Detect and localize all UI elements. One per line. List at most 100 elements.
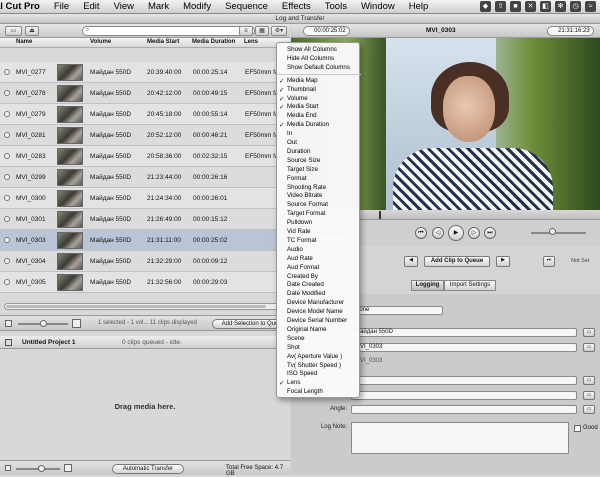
menu-item[interactable]: Date Modified: [287, 290, 325, 297]
slider-knob[interactable]: [38, 465, 45, 472]
log-note-field[interactable]: [351, 422, 569, 454]
add-clip-to-queue-button[interactable]: Add Clip to Queue: [424, 256, 490, 267]
menu-item[interactable]: Show All Columns: [287, 46, 337, 53]
menu-window[interactable]: Window: [354, 1, 402, 12]
good-checkbox[interactable]: [574, 425, 581, 432]
menu-item[interactable]: Format: [287, 175, 307, 182]
menu-item[interactable]: ISO Speed: [287, 370, 317, 377]
menu-item[interactable]: Source Format: [287, 201, 328, 208]
gear-icon[interactable]: ✻: [555, 1, 566, 12]
name-field[interactable]: MVI_0303: [351, 343, 577, 352]
column-media-duration[interactable]: Media Duration: [192, 39, 235, 45]
menu-item[interactable]: Focal Length: [287, 388, 323, 395]
menu-item[interactable]: Device Model Name: [287, 308, 343, 315]
menu-item[interactable]: Created By: [287, 273, 318, 280]
menu-item[interactable]: Duration: [287, 148, 310, 155]
grid-view-icon[interactable]: ▦: [255, 26, 269, 36]
search-input[interactable]: ⌕: [82, 26, 255, 36]
step-forward-icon[interactable]: ▷: [468, 227, 480, 239]
menu-item[interactable]: Out: [287, 139, 297, 146]
menu-item[interactable]: Original Name: [287, 326, 327, 333]
menu-item[interactable]: Media End: [287, 112, 317, 119]
column-media-start[interactable]: Media Start: [147, 39, 179, 45]
tray-icon[interactable]: ◧: [540, 1, 551, 12]
jog-slider[interactable]: [531, 232, 586, 234]
menu-item[interactable]: Media Duration: [287, 121, 329, 128]
horizontal-scrollbar[interactable]: [4, 303, 286, 310]
column-volume[interactable]: Volume: [90, 39, 111, 45]
list-view-icon[interactable]: ≡: [239, 26, 253, 36]
menu-item[interactable]: Media Map: [287, 77, 318, 84]
table-row[interactable]: MVI_0299 Майдан 550D 21:23:44:00 00:00:26:1…: [0, 167, 290, 188]
angle-slate-icon[interactable]: ▭: [583, 405, 595, 414]
tab-import-settings[interactable]: Import Settings: [444, 280, 496, 291]
reel-field[interactable]: Майдан 550D: [351, 328, 577, 337]
tray-icon[interactable]: ■: [510, 1, 521, 12]
clip-thumbnail[interactable]: [57, 253, 83, 270]
menu-item[interactable]: Volume: [287, 95, 308, 102]
reel-slate-icon[interactable]: ▭: [583, 328, 595, 337]
slider-knob[interactable]: [40, 320, 47, 327]
next-clip-icon[interactable]: ⏭: [484, 227, 496, 239]
step-back-icon[interactable]: ◁: [432, 227, 444, 239]
menu-view[interactable]: View: [107, 1, 141, 12]
menu-item[interactable]: TC Format: [287, 237, 317, 244]
clip-thumbnail[interactable]: [57, 211, 83, 228]
table-row[interactable]: MVI_0300 Майдан 550D 21:24:34:00 00:00:26:0…: [0, 188, 290, 209]
upload-icon[interactable]: ⇧: [495, 1, 506, 12]
jog-knob[interactable]: [549, 228, 556, 235]
wifi-icon[interactable]: ≈: [585, 1, 596, 12]
tray-icon[interactable]: ◆: [480, 1, 491, 12]
tab-logging[interactable]: Logging: [411, 280, 444, 291]
menu-mark[interactable]: Mark: [141, 1, 176, 12]
play-icon[interactable]: ▶: [448, 225, 464, 241]
clip-thumbnail[interactable]: [57, 169, 83, 186]
column-lens[interactable]: Lens: [244, 39, 258, 45]
clip-thumbnail[interactable]: [57, 190, 83, 207]
project-name[interactable]: Untitled Project 1: [22, 339, 75, 346]
timecode-current[interactable]: 21:31:16:23: [547, 26, 594, 36]
menu-item[interactable]: Device Manufacturer: [287, 299, 344, 306]
menu-item[interactable]: Show Default Columns: [287, 64, 350, 71]
menu-item[interactable]: Source Size: [287, 157, 320, 164]
menu-item[interactable]: Pulldown: [287, 219, 312, 226]
column-name[interactable]: Name: [16, 39, 32, 45]
menu-item[interactable]: Scene: [287, 335, 305, 342]
table-row[interactable]: MVI_0301 Майдан 550D 21:26:49:00 00:00:15:1…: [0, 209, 290, 230]
menu-item[interactable]: Tv( Shutter Speed ): [287, 362, 341, 369]
clip-thumbnail[interactable]: [57, 64, 83, 81]
menu-item[interactable]: Target Size: [287, 166, 318, 173]
menu-item[interactable]: Media Start: [287, 103, 319, 110]
playhead[interactable]: [379, 211, 381, 219]
menu-item[interactable]: Lens: [287, 379, 300, 386]
menu-file[interactable]: File: [47, 1, 76, 12]
go-to-out-icon[interactable]: ⏭: [543, 256, 555, 267]
clip-thumbnail[interactable]: [57, 85, 83, 102]
scene-slate-icon[interactable]: ▭: [583, 391, 595, 400]
clip-thumbnail[interactable]: [57, 148, 83, 165]
table-row[interactable]: MVI_0303 Майдан 550D 21:31:11:00 00:00:25:0…: [0, 230, 290, 251]
menu-item[interactable]: In: [287, 130, 292, 137]
close-box-icon[interactable]: ✕: [525, 1, 536, 12]
menu-item[interactable]: Video Bitrate: [287, 192, 322, 199]
menu-item[interactable]: Aud Format: [287, 264, 319, 271]
mark-in-icon[interactable]: ◀: [404, 256, 418, 267]
clip-thumbnail[interactable]: [57, 127, 83, 144]
description-field[interactable]: [351, 376, 577, 385]
table-row[interactable]: MVI_0278 Майдан 550D 20:42:12:00 00:00:49:1…: [0, 83, 290, 104]
clip-thumbnail[interactable]: [57, 274, 83, 291]
gear-icon[interactable]: ⚙▾: [271, 26, 287, 36]
menu-item[interactable]: Audio: [287, 246, 303, 253]
table-row[interactable]: MVI_0281 Майдан 550D 20:52:12:00 00:00:46:2…: [0, 125, 290, 146]
table-row[interactable]: MVI_0305 Майдан 550D 21:32:56:00 00:00:29:0…: [0, 272, 290, 293]
menu-effects[interactable]: Effects: [275, 1, 318, 12]
automatic-transfer-button[interactable]: Automatic Transfer: [112, 464, 184, 474]
folder-icon[interactable]: ▭: [5, 26, 22, 36]
timemachine-icon[interactable]: ◷: [570, 1, 581, 12]
angle-field[interactable]: [351, 405, 577, 414]
menu-tools[interactable]: Tools: [318, 1, 354, 12]
menu-item[interactable]: Hide All Columns: [287, 55, 334, 62]
menu-item[interactable]: Thumbnail: [287, 86, 316, 93]
description-slate-icon[interactable]: ▭: [583, 376, 595, 385]
clip-thumbnail[interactable]: [57, 106, 83, 123]
